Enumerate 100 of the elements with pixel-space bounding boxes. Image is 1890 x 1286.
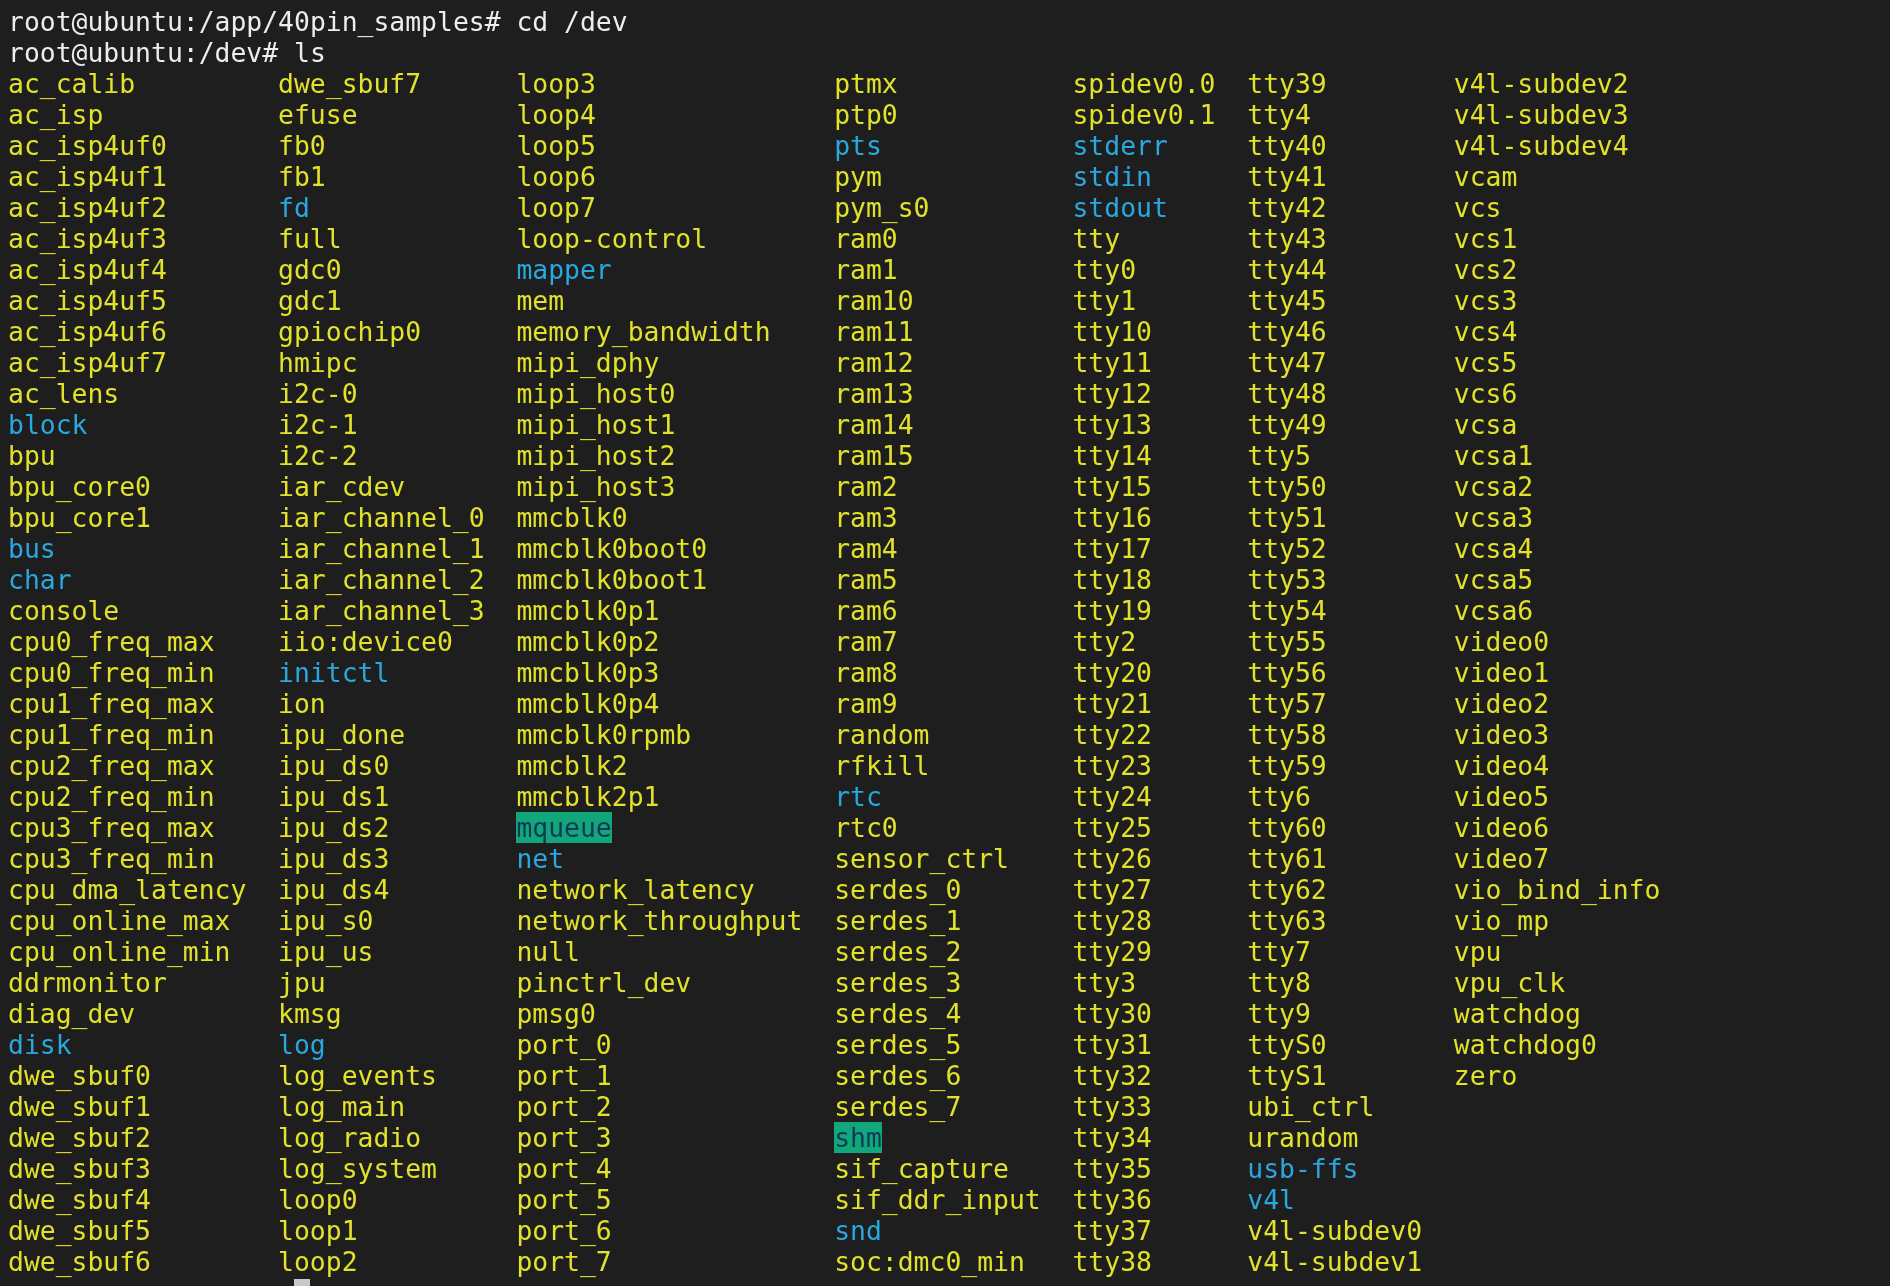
- file-name: tty24: [1072, 781, 1152, 812]
- file-name: tty8: [1247, 967, 1311, 998]
- file-name: video1: [1453, 657, 1550, 688]
- file-name: log: [278, 1029, 326, 1060]
- file-name: mmcblk0boot0: [516, 533, 708, 564]
- file-name: iio:device0: [278, 626, 453, 657]
- file-name: loop-control: [516, 223, 708, 254]
- file-name: memory_bandwidth: [516, 316, 771, 347]
- file-name: vcsa3: [1453, 502, 1534, 533]
- file-name: mmcblk2p1: [516, 781, 660, 812]
- file-name: mmcblk0rpmb: [516, 719, 692, 750]
- file-name: tty54: [1247, 595, 1327, 626]
- file-name: vcs: [1453, 192, 1502, 223]
- file-name: video3: [1453, 719, 1550, 750]
- file-name: zero: [1453, 1060, 1518, 1091]
- file-name: rtc: [834, 781, 882, 812]
- file-name: hmipc: [278, 347, 358, 378]
- file-name: dwe_sbuf1: [8, 1091, 151, 1122]
- file-name: ptp0: [834, 99, 898, 130]
- file-name: tty47: [1247, 347, 1327, 378]
- file-name: iar_channel_0: [278, 502, 485, 533]
- file-name: video7: [1453, 843, 1550, 874]
- file-name: vcsa4: [1453, 533, 1534, 564]
- file-name: mapper: [516, 254, 612, 285]
- file-name: iar_channel_3: [278, 595, 485, 626]
- file-name: loop2: [278, 1246, 358, 1277]
- file-name: mipi_host2: [516, 440, 676, 471]
- file-name: port_3: [516, 1122, 612, 1153]
- file-name: network_latency: [516, 874, 755, 905]
- file-name: rtc0: [834, 812, 898, 843]
- file-name: tty26: [1072, 843, 1152, 874]
- file-name: vcs5: [1453, 347, 1518, 378]
- file-name: port_6: [516, 1215, 612, 1246]
- file-name: usb-ffs: [1247, 1153, 1359, 1184]
- file-name: iar_cdev: [278, 471, 406, 502]
- file-name: cpu_online_min: [8, 936, 231, 967]
- file-name: ubi_ctrl: [1247, 1091, 1375, 1122]
- file-name: dwe_sbuf4: [8, 1184, 151, 1215]
- file-name: ipu_ds3: [278, 843, 390, 874]
- file-name: mipi_dphy: [516, 347, 660, 378]
- file-name: dwe_sbuf6: [8, 1246, 151, 1277]
- file-name: serdes_4: [834, 998, 962, 1029]
- file-name: tty62: [1247, 874, 1327, 905]
- file-name: cpu0_freq_max: [8, 626, 215, 657]
- file-name: log_events: [278, 1060, 437, 1091]
- file-name: tty48: [1247, 378, 1327, 409]
- file-name: tty50: [1247, 471, 1327, 502]
- file-name: loop7: [516, 192, 596, 223]
- file-name: pym: [834, 161, 882, 192]
- file-name: v4l-subdev4: [1453, 130, 1629, 161]
- file-name: ram7: [834, 626, 898, 657]
- file-name: mmcblk0p1: [516, 595, 660, 626]
- file-name: tty33: [1072, 1091, 1152, 1122]
- file-name: vcsa2: [1453, 471, 1534, 502]
- file-name: ac_isp4uf5: [8, 285, 167, 316]
- file-name: mmcblk0p2: [516, 626, 660, 657]
- file-name: tty27: [1072, 874, 1152, 905]
- file-name: bpu_core0: [8, 471, 151, 502]
- command-line: root@ubuntu:/app/40pin_samples# cd /dev: [8, 6, 628, 37]
- file-name: loop0: [278, 1184, 358, 1215]
- file-name: tty7: [1247, 936, 1311, 967]
- file-name: port_4: [516, 1153, 612, 1184]
- file-name: tty0: [1072, 254, 1137, 285]
- file-name: ptmx: [834, 68, 898, 99]
- file-name: video4: [1453, 750, 1550, 781]
- file-name: video5: [1453, 781, 1550, 812]
- file-name: vcs1: [1453, 223, 1518, 254]
- file-name: initctl: [278, 657, 390, 688]
- file-name: tty49: [1247, 409, 1327, 440]
- file-name: ac_isp4uf0: [8, 130, 167, 161]
- file-name: serdes_2: [834, 936, 962, 967]
- file-name: vcam: [1453, 161, 1518, 192]
- file-name: ac_isp4uf1: [8, 161, 167, 192]
- file-name: tty56: [1247, 657, 1327, 688]
- file-name: gdc0: [278, 254, 342, 285]
- file-name: video2: [1453, 688, 1550, 719]
- file-name: tty52: [1247, 533, 1327, 564]
- file-name: tty23: [1072, 750, 1152, 781]
- file-name: loop5: [516, 130, 596, 161]
- file-name: tty61: [1247, 843, 1327, 874]
- file-name: mem: [516, 285, 565, 316]
- file-name: tty51: [1247, 502, 1327, 533]
- file-name: vcsa6: [1453, 595, 1534, 626]
- file-name: ac_isp4uf6: [8, 316, 167, 347]
- file-name: ram14: [834, 409, 914, 440]
- file-name: tty57: [1247, 688, 1327, 719]
- file-name: vcs3: [1453, 285, 1518, 316]
- file-name: cpu2_freq_min: [8, 781, 215, 812]
- file-name: ipu_ds4: [278, 874, 390, 905]
- file-name: pym_s0: [834, 192, 930, 223]
- file-name: serdes_6: [834, 1060, 962, 1091]
- file-name: tty10: [1072, 316, 1152, 347]
- file-name: soc:dmc0_min: [834, 1246, 1025, 1277]
- file-name: tty5: [1247, 440, 1311, 471]
- file-name: port_2: [516, 1091, 612, 1122]
- file-name: spidev0.0: [1072, 68, 1216, 99]
- file-name: tty38: [1072, 1246, 1152, 1277]
- file-name: ram11: [834, 316, 914, 347]
- file-name: iar_channel_2: [278, 564, 485, 595]
- file-name: ram0: [834, 223, 898, 254]
